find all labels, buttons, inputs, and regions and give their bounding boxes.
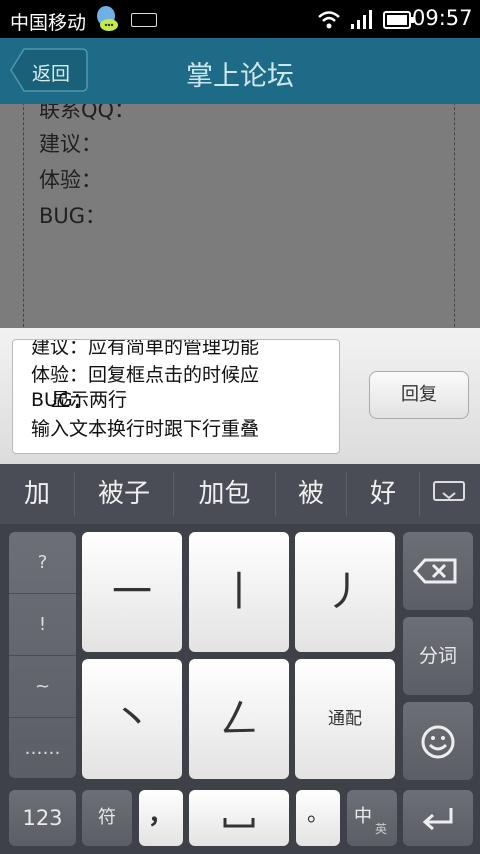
candidate-bar: 加 被子 加包 被 好: [0, 464, 480, 524]
symbol-key[interactable]: 符: [82, 790, 132, 846]
reply-bar: 建议：应有简单的管理功能 体验：回复框点击的时候应 显示两行 BUG： 输入文本…: [0, 328, 480, 464]
reply-button[interactable]: 回复: [369, 371, 469, 419]
language-switch-key[interactable]: 中 英: [347, 790, 397, 846]
app-header: 返回 掌上论坛: [0, 38, 480, 104]
stroke-key-shu[interactable]: 丨: [189, 532, 289, 652]
emoji-key[interactable]: [403, 702, 473, 780]
hide-keyboard-icon[interactable]: [433, 481, 465, 507]
backspace-key[interactable]: [403, 532, 473, 610]
smiley-icon: [421, 725, 455, 759]
symbol-key-question[interactable]: ?: [9, 532, 76, 593]
stroke-key-zhe[interactable]: ㄥ: [189, 659, 289, 779]
number-key[interactable]: 123: [9, 790, 76, 846]
candidate-item[interactable]: 加: [0, 464, 74, 524]
backspace-icon: [412, 558, 457, 584]
carrier-label: 中国移动: [10, 12, 87, 34]
status-bar: 中国移动 09:57: [0, 0, 480, 38]
wildcard-key[interactable]: 通配: [295, 659, 395, 779]
lang-sub-label: 英: [375, 822, 388, 836]
lang-main-label: 中: [354, 806, 372, 827]
symbol-key-tilde[interactable]: ~: [9, 656, 76, 717]
space-key[interactable]: [189, 790, 289, 846]
enter-key[interactable]: [403, 790, 473, 846]
stroke-key-heng[interactable]: 一: [82, 532, 182, 652]
symbol-key-exclaim[interactable]: !: [9, 594, 76, 655]
battery-icon: [383, 11, 414, 29]
page-title: 掌上论坛: [186, 61, 294, 92]
reply-text-line: BUG：: [31, 389, 92, 411]
enter-icon: [422, 808, 453, 831]
candidate-item[interactable]: 被子: [75, 464, 173, 524]
symbol-key-ellipsis[interactable]: ……: [9, 718, 76, 779]
keyboard-icon: [131, 13, 157, 27]
reply-text-line: 建议：应有简单的管理功能: [31, 339, 260, 358]
post-content-area: 联系QQ： 建议： 体验： BUG：: [0, 104, 480, 328]
qq-icon: [97, 6, 118, 31]
text-line: 体验：: [39, 168, 102, 192]
stroke-key-dian[interactable]: 丶: [82, 659, 182, 779]
text-line: 联系QQ：: [39, 104, 136, 122]
text-line: 建议：: [39, 132, 102, 156]
text-line: BUG：: [39, 204, 107, 228]
segment-key[interactable]: 分词: [403, 617, 473, 695]
candidate-item[interactable]: 加包: [174, 464, 275, 524]
reply-text-line: 输入文本换行时跟下行重叠: [31, 418, 260, 440]
stroke-key-pie[interactable]: 丿: [295, 532, 395, 652]
reply-input[interactable]: 建议：应有简单的管理功能 体验：回复框点击的时候应 显示两行 BUG： 输入文本…: [12, 339, 340, 454]
signal-icon: [351, 10, 372, 29]
wifi-icon: [318, 11, 340, 29]
period-key[interactable]: 。: [296, 790, 340, 846]
comma-key[interactable]: ，: [139, 790, 183, 846]
reply-text-line: 体验：回复框点击的时候应: [31, 364, 260, 386]
candidate-item[interactable]: 被: [276, 464, 346, 524]
space-icon: [223, 818, 255, 828]
candidate-item[interactable]: 好: [347, 464, 419, 524]
clock: 09:57: [412, 6, 473, 30]
